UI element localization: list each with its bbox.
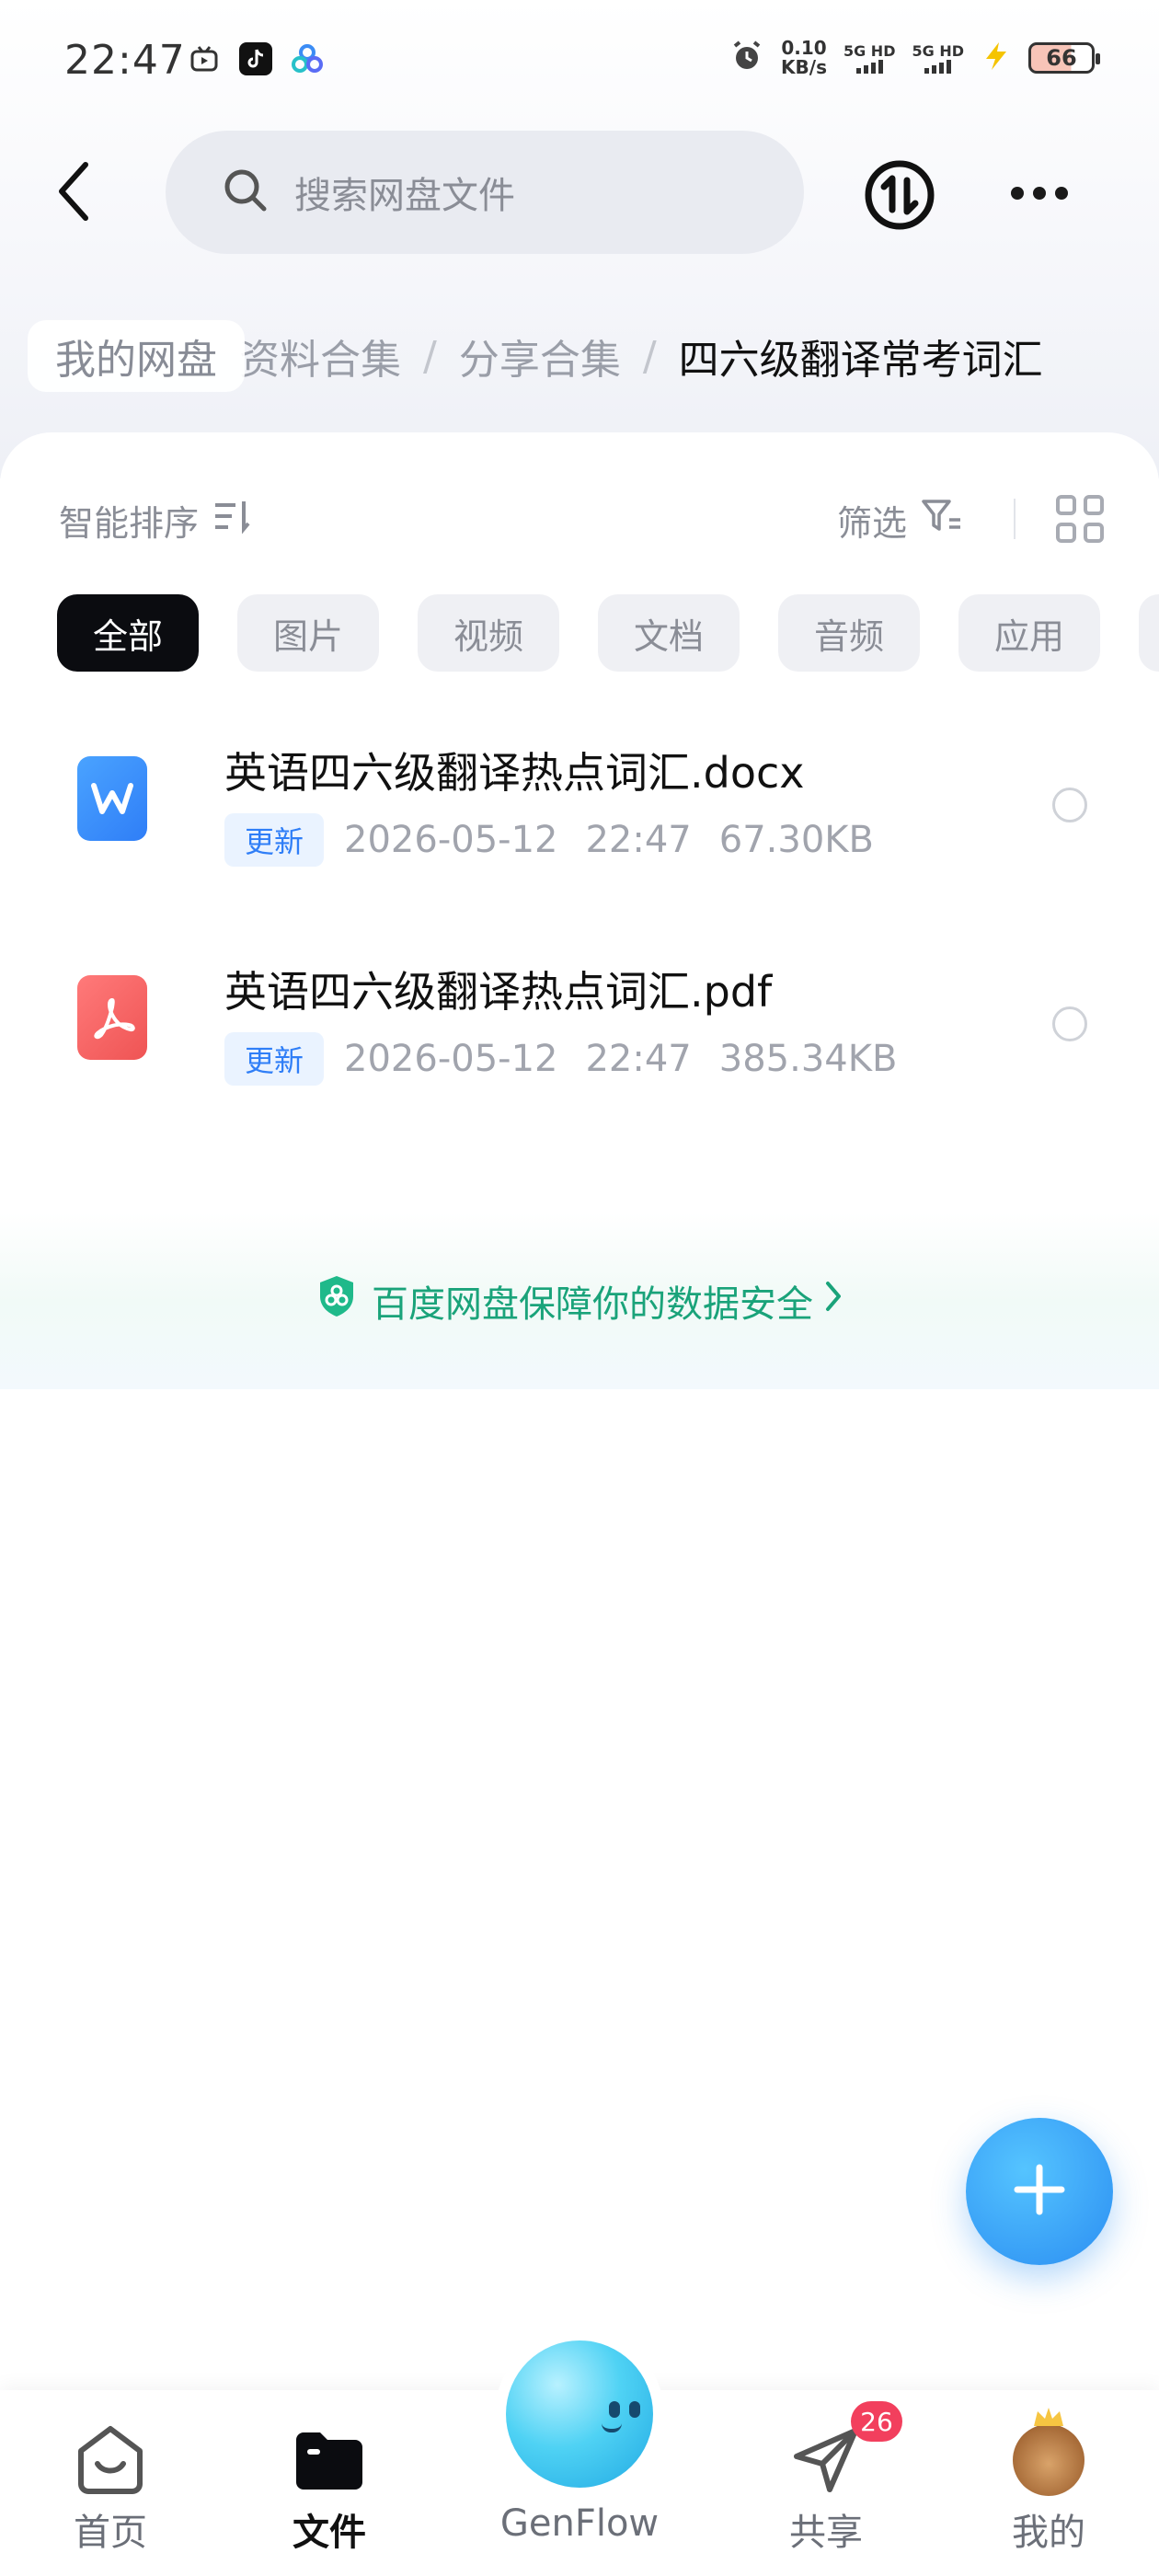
breadcrumb-item-materials[interactable]: 资料合集 — [239, 327, 401, 385]
search-placeholder: 搜索网盘文件 — [294, 175, 515, 217]
security-text: 百度网盘保障你的数据安全 — [372, 1283, 813, 1326]
select-checkbox[interactable] — [1052, 788, 1087, 822]
transfer-icon — [863, 160, 936, 236]
bilibili-tv-icon — [188, 42, 221, 75]
mascot-eye — [629, 2401, 640, 2418]
security-banner: 百度网盘保障你的数据安全 — [0, 1213, 1159, 1389]
file-size: 67.30KB — [718, 819, 874, 861]
nav-me[interactable]: 我的 — [957, 2390, 1141, 2576]
nav-me-label: 我的 — [1012, 2512, 1085, 2554]
filter-button[interactable]: 筛选 — [837, 495, 964, 546]
back-arrow-icon — [54, 159, 91, 227]
word-doc-icon — [77, 756, 147, 841]
nav-files-label: 文件 — [293, 2512, 366, 2554]
avatar — [1013, 2408, 1084, 2496]
breadcrumb: 资料合集 / 分享合集 / 四六级翻译常考词汇 我的网盘 — [0, 315, 1159, 397]
search-bar[interactable]: 搜索网盘文件 — [166, 131, 804, 254]
category-chips: 全部 图片 视频 文档 音频 应用 — [57, 594, 1100, 672]
breadcrumb-path: 资料合集 / 分享合集 / 四六级翻译常考词汇 — [239, 315, 1043, 397]
file-name: 英语四六级翻译热点词汇.docx — [224, 748, 805, 798]
breadcrumb-root[interactable]: 我的网盘 — [28, 320, 245, 392]
plus-icon — [1010, 2160, 1069, 2223]
nav-genflow-label: GenFlow — [499, 2502, 660, 2545]
breadcrumb-current: 四六级翻译常考词汇 — [678, 337, 1043, 384]
notification-icons — [188, 42, 324, 75]
paper-plane-icon — [787, 2421, 865, 2499]
baidu-netdisk-icon — [291, 42, 324, 75]
grid-view-icon[interactable] — [1056, 495, 1104, 543]
sort-label: 智能排序 — [59, 503, 200, 544]
home-icon — [72, 2421, 149, 2499]
more-icon — [1011, 187, 1068, 200]
nav-home[interactable]: 首页 — [18, 2390, 202, 2576]
file-size: 385.34KB — [718, 1038, 898, 1080]
chip-videos[interactable]: 视频 — [418, 594, 559, 672]
shield-icon — [316, 1274, 357, 1328]
system-status: 0.10 KB/s 5G HD 5G HD 66 — [729, 37, 1100, 78]
sort-button[interactable]: 智能排序 — [59, 495, 252, 546]
crown-icon — [1030, 2406, 1067, 2433]
network-speed: 0.10 KB/s — [781, 37, 827, 78]
chip-overflow[interactable] — [1139, 594, 1159, 672]
battery-indicator: 66 — [1028, 42, 1100, 74]
profile-avatar — [1010, 2408, 1087, 2499]
status-bar: 22:47 0.10 KB/s 5G HD 5G HD 66 — [0, 0, 1159, 123]
signal-sim-2: 5G HD — [912, 42, 964, 74]
nav-share-label: 共享 — [789, 2512, 863, 2554]
file-row-docx[interactable]: 英语四六级翻译热点词汇.docx 更新 2026-05-12 22:47 67.… — [0, 710, 1159, 894]
breadcrumb-item-shared[interactable]: 分享合集 — [459, 327, 621, 385]
chip-audio[interactable]: 音频 — [778, 594, 920, 672]
file-date: 2026-05-12 — [344, 1038, 558, 1080]
tiktok-icon — [239, 42, 272, 75]
back-button[interactable] — [40, 156, 105, 230]
add-button[interactable] — [966, 2118, 1113, 2265]
chip-images[interactable]: 图片 — [237, 594, 379, 672]
chevron-right-icon — [824, 1280, 843, 1322]
search-icon — [223, 167, 269, 217]
charging-icon — [981, 40, 1012, 75]
alarm-icon — [729, 39, 764, 77]
toolbar-divider — [1014, 499, 1016, 539]
chip-documents[interactable]: 文档 — [598, 594, 740, 672]
file-meta: 更新 2026-05-12 22:47 67.30KB — [224, 813, 874, 867]
file-time: 22:47 — [585, 819, 692, 861]
update-badge: 更新 — [224, 1032, 325, 1086]
mascot-eye — [609, 2401, 620, 2418]
select-checkbox[interactable] — [1052, 1006, 1087, 1041]
signal-bars-icon — [912, 59, 964, 74]
mascot-mouth — [602, 2423, 622, 2432]
file-name: 英语四六级翻译热点词汇.pdf — [224, 967, 773, 1017]
security-link[interactable]: 百度网盘保障你的数据安全 — [316, 1274, 843, 1328]
folder-icon — [291, 2421, 368, 2499]
file-meta: 更新 2026-05-12 22:47 385.34KB — [224, 1032, 897, 1086]
signal-bars-icon — [843, 59, 896, 74]
status-time: 22:47 — [64, 37, 186, 84]
breadcrumb-separator: / — [642, 332, 657, 380]
file-date: 2026-05-12 — [344, 819, 558, 861]
chip-all[interactable]: 全部 — [57, 594, 199, 672]
file-time: 22:47 — [585, 1038, 692, 1080]
filter-icon — [920, 496, 964, 545]
filter-label: 筛选 — [837, 503, 908, 544]
transfer-button[interactable] — [863, 158, 936, 232]
breadcrumb-separator: / — [423, 332, 437, 380]
nav-files[interactable]: 文件 — [237, 2390, 421, 2576]
share-count-badge: 26 — [851, 2401, 902, 2442]
update-badge: 更新 — [224, 813, 325, 867]
genflow-mascot-icon — [506, 2340, 653, 2488]
chip-apps[interactable]: 应用 — [958, 594, 1100, 672]
genflow-button[interactable] — [495, 2329, 664, 2499]
more-button[interactable] — [1003, 175, 1076, 212]
pdf-icon — [77, 975, 147, 1060]
nav-home-label: 首页 — [74, 2512, 147, 2554]
file-row-pdf[interactable]: 英语四六级翻译热点词汇.pdf 更新 2026-05-12 22:47 385.… — [0, 929, 1159, 1113]
signal-sim-1: 5G HD — [843, 42, 896, 74]
sort-icon — [212, 498, 252, 543]
